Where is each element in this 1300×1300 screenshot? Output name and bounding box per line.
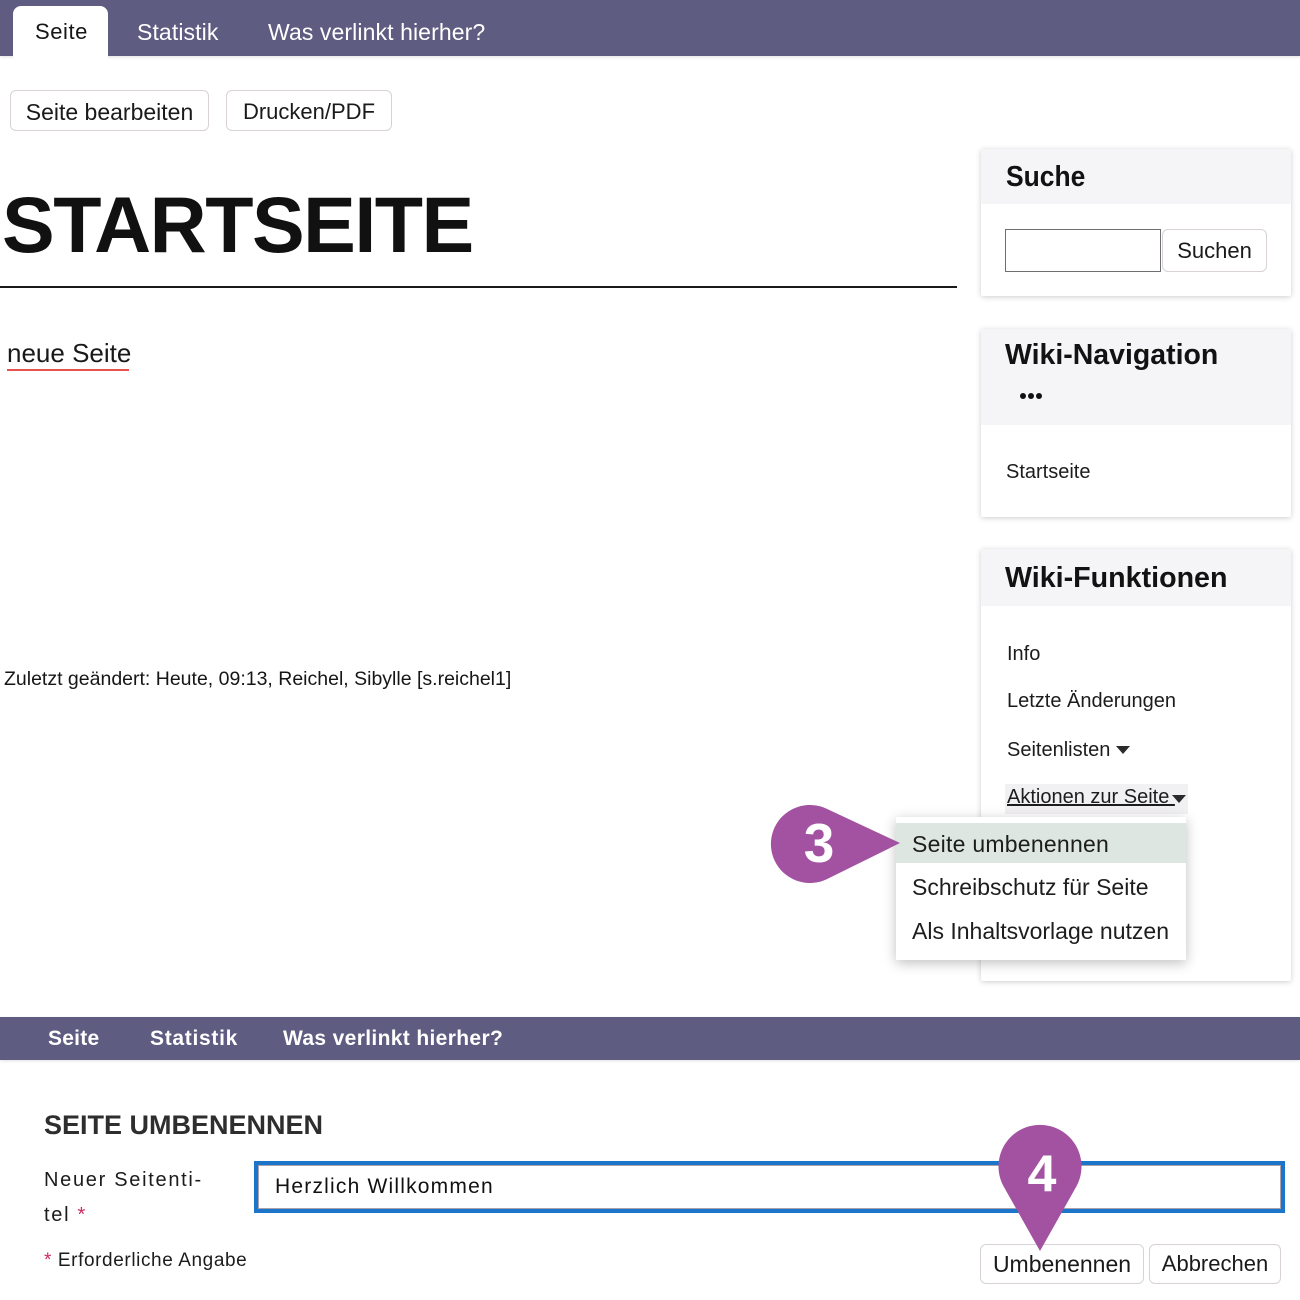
svg-text:4: 4: [1028, 1145, 1057, 1203]
svg-text:3: 3: [804, 812, 835, 874]
